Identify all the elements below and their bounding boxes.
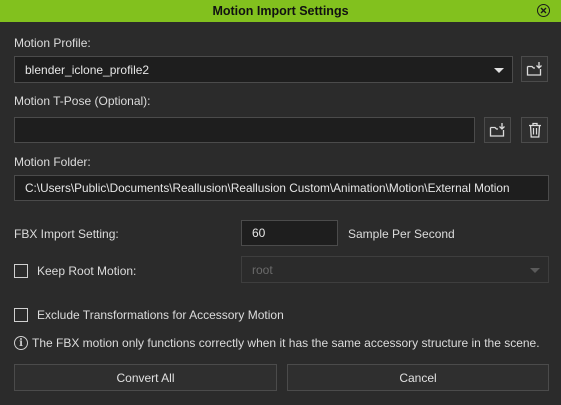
info-icon: i [14, 336, 28, 350]
motion-profile-dropdown[interactable]: blender_iclone_profile2 [14, 56, 513, 83]
exclude-transform-checkbox[interactable] [14, 308, 28, 322]
motion-profile-value: blender_iclone_profile2 [25, 62, 150, 77]
chevron-down-icon [494, 67, 504, 73]
motion-folder-input[interactable]: C:\Users\Public\Documents\Reallusion\Rea… [14, 175, 549, 201]
trash-icon [528, 122, 541, 138]
keep-root-motion-label: Keep Root Motion: [37, 264, 137, 278]
folder-load-icon [526, 62, 542, 76]
delete-tpose-button[interactable] [521, 117, 548, 143]
cancel-button[interactable]: Cancel [287, 364, 549, 391]
window-title: Motion Import Settings [212, 4, 349, 18]
motion-profile-label: Motion Profile: [14, 36, 91, 50]
info-text: The FBX motion only functions correctly … [32, 336, 540, 350]
tpose-input[interactable] [14, 117, 475, 143]
load-profile-button[interactable] [521, 56, 548, 82]
sample-rate-unit: Sample Per Second [348, 227, 455, 241]
keep-root-motion-checkbox[interactable] [14, 264, 28, 278]
title-bar: Motion Import Settings [0, 0, 561, 22]
chevron-down-icon [530, 267, 540, 273]
close-icon[interactable] [537, 4, 550, 17]
motion-import-settings-dialog: Motion Import Settings Motion Profile: b… [0, 0, 561, 405]
sample-rate-input[interactable]: 60 [241, 220, 338, 246]
load-tpose-button[interactable] [484, 117, 511, 143]
exclude-transform-label: Exclude Transformations for Accessory Mo… [37, 308, 284, 322]
tpose-label: Motion T-Pose (Optional): [14, 94, 151, 108]
root-bone-dropdown[interactable]: root [241, 256, 549, 283]
folder-load-icon [489, 123, 505, 137]
convert-all-button[interactable]: Convert All [14, 364, 277, 391]
motion-folder-label: Motion Folder: [14, 155, 91, 169]
fbx-import-label: FBX Import Setting: [14, 227, 119, 241]
root-bone-value: root [252, 262, 273, 277]
